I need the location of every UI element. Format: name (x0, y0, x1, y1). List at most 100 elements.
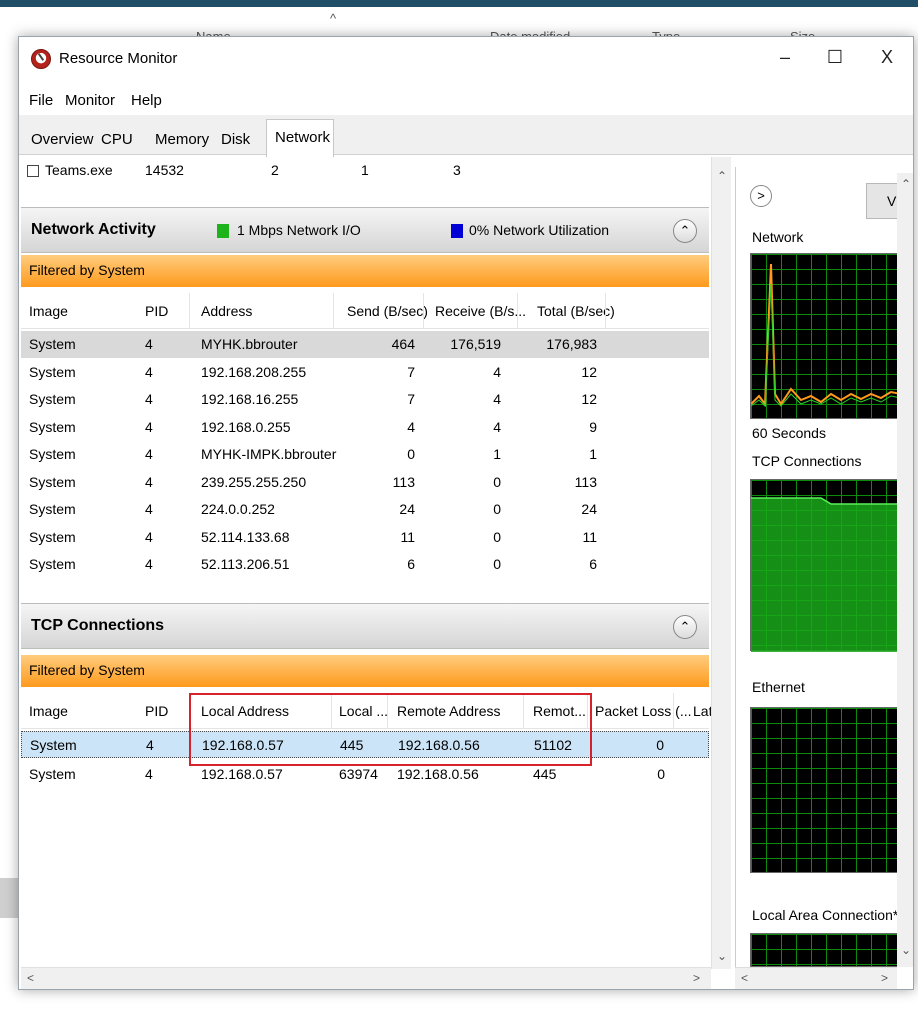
table-row[interactable]: System 4 192.168.208.255 7 4 12 (21, 359, 709, 386)
cell-pid: 4 (145, 446, 153, 462)
scroll-down-icon[interactable]: ⌄ (901, 943, 911, 957)
cell-receive: 0 (493, 473, 501, 490)
table-row[interactable]: System 4 52.113.206.51 6 0 6 (21, 551, 709, 578)
cell-pid: 4 (145, 501, 153, 517)
cell-send: 4 (407, 418, 415, 435)
cell-send: 7 (407, 391, 415, 407)
col-packet-loss[interactable]: Packet Loss (... (595, 703, 691, 719)
col-latency[interactable]: Lat (693, 703, 712, 719)
network-activity-title: Network Activity (31, 221, 156, 238)
chevron-up-icon[interactable]: ⌃ (673, 219, 697, 243)
cell-image: System (29, 336, 76, 352)
cell-send: 464 (391, 336, 415, 352)
col-pid[interactable]: PID (145, 703, 168, 719)
bg-sort-indicator: ^ (330, 11, 337, 26)
right-horizontal-scrollbar[interactable]: < > (735, 967, 897, 989)
tcp-connections-title: TCP Connections (31, 617, 165, 634)
util-legend-label: 0% Network Utilization (469, 222, 610, 238)
cell-send: 6 (407, 556, 415, 572)
graph-label-ethernet: Ethernet (752, 679, 805, 695)
scroll-down-icon[interactable]: ⌄ (717, 949, 727, 963)
tcp-connections-header[interactable]: TCP Connections ⌃ (21, 603, 709, 649)
table-row[interactable]: System 4 192.168.16.255 7 4 12 (21, 386, 709, 413)
row-checkbox[interactable] (27, 165, 39, 177)
chevron-up-icon[interactable]: ⌃ (673, 615, 697, 639)
tcp-filter-label: Filtered by System (29, 662, 145, 678)
left-horizontal-scrollbar[interactable]: < > (21, 967, 711, 989)
network-graph-lines (750, 263, 902, 408)
tcp-graph (750, 479, 901, 652)
table-row[interactable]: System 4 52.114.133.68 11 0 11 (21, 524, 709, 551)
cell-address: 192.168.16.255 (201, 391, 299, 407)
table-row[interactable]: System 4 MYHK.bbrouter 464 176,519 176,983 (21, 331, 709, 358)
table-row[interactable]: System 4 192.168.0.255 4 4 9 (21, 414, 709, 441)
chevron-right-icon[interactable]: > (750, 185, 772, 207)
window-title: Resource Monitor (59, 50, 178, 67)
cell-remote-port: 445 (533, 766, 557, 782)
table-row[interactable]: System 4 239.255.255.250 113 0 113 (21, 469, 709, 496)
graph-panel: > Viev Network 1 60 Seconds TCP Connecti… (735, 167, 913, 989)
cell-value: 3 (453, 162, 461, 178)
util-legend-swatch (451, 224, 463, 238)
scroll-up-icon[interactable]: ⌃ (901, 177, 911, 191)
scroll-left-icon[interactable]: < (741, 971, 748, 985)
col-send[interactable]: Send (B/sec) (347, 303, 428, 319)
col-receive[interactable]: Receive (B/s... (435, 303, 526, 319)
cell-total: 176,983 (546, 336, 597, 352)
cell-total: 9 (589, 418, 597, 435)
cell-packet-loss: 0 (657, 766, 665, 782)
col-pid[interactable]: PID (145, 303, 168, 319)
col-image[interactable]: Image (29, 303, 68, 319)
menu-monitor[interactable]: Monitor (65, 92, 115, 109)
tab-overview[interactable]: Overview (31, 131, 94, 148)
cell-total: 12 (581, 363, 597, 380)
maximize-button[interactable]: ☐ (815, 47, 855, 68)
cell-image: System (29, 446, 76, 462)
menu-file[interactable]: File (29, 92, 53, 109)
right-vertical-scrollbar[interactable]: ⌃ ⌄ (897, 173, 913, 967)
cell-receive: 176,519 (450, 336, 501, 352)
scroll-right-icon[interactable]: > (881, 971, 888, 985)
network-column-header: Image PID Address Send (B/sec) Receive (… (21, 293, 709, 329)
left-vertical-scrollbar[interactable]: ⌃ ⌄ (711, 157, 731, 969)
network-activity-header[interactable]: Network Activity 1 Mbps Network I/O 0% N… (21, 207, 709, 253)
cell-send: 0 (407, 446, 415, 462)
cell-value: 2 (271, 162, 279, 178)
tab-cpu[interactable]: CPU (101, 131, 133, 148)
table-row[interactable]: System 4 MYHK-IMPK.bbrouter 0 1 1 (21, 441, 709, 468)
cell-local-address: 192.168.0.57 (201, 766, 283, 782)
graph-label-tcp: TCP Connections (752, 453, 862, 469)
scroll-right-icon[interactable]: > (693, 971, 700, 985)
scroll-left-icon[interactable]: < (27, 971, 34, 985)
cell-image: System (29, 556, 76, 572)
cell-address: MYHK-IMPK.bbrouter (201, 446, 337, 462)
graph-label-network: Network (752, 229, 804, 245)
cell-value: 1 (361, 162, 369, 178)
table-row[interactable]: Teams.exe 14532 2 1 3 (21, 157, 709, 184)
cell-pid: 4 (145, 556, 153, 572)
background-panel (0, 878, 20, 918)
cell-image: System (30, 737, 77, 753)
cell-pid: 4 (145, 418, 153, 435)
title-bar[interactable]: Resource Monitor – ☐ X (19, 37, 913, 83)
network-filter-bar: Filtered by System (21, 255, 709, 287)
network-filter-label: Filtered by System (29, 262, 145, 278)
table-row[interactable]: System 4 224.0.0.252 24 0 24 (21, 496, 709, 523)
menu-help[interactable]: Help (131, 92, 162, 109)
tab-memory[interactable]: Memory (155, 131, 209, 148)
col-image[interactable]: Image (29, 703, 68, 719)
tcp-graph-fill (751, 497, 901, 652)
cell-receive: 0 (493, 528, 501, 545)
tab-bar (19, 115, 913, 155)
cell-total: 1 (589, 446, 597, 462)
cell-packet-loss: 0 (656, 737, 664, 753)
col-total[interactable]: Total (B/sec) (537, 303, 615, 319)
close-button[interactable]: X (867, 47, 907, 68)
scroll-up-icon[interactable]: ⌃ (717, 169, 727, 183)
col-address[interactable]: Address (201, 303, 252, 319)
tab-network[interactable]: Network (275, 129, 330, 146)
cell-pid: 4 (145, 473, 153, 490)
cell-receive: 1 (493, 446, 501, 462)
tab-disk[interactable]: Disk (221, 131, 250, 148)
minimize-button[interactable]: – (765, 47, 805, 68)
